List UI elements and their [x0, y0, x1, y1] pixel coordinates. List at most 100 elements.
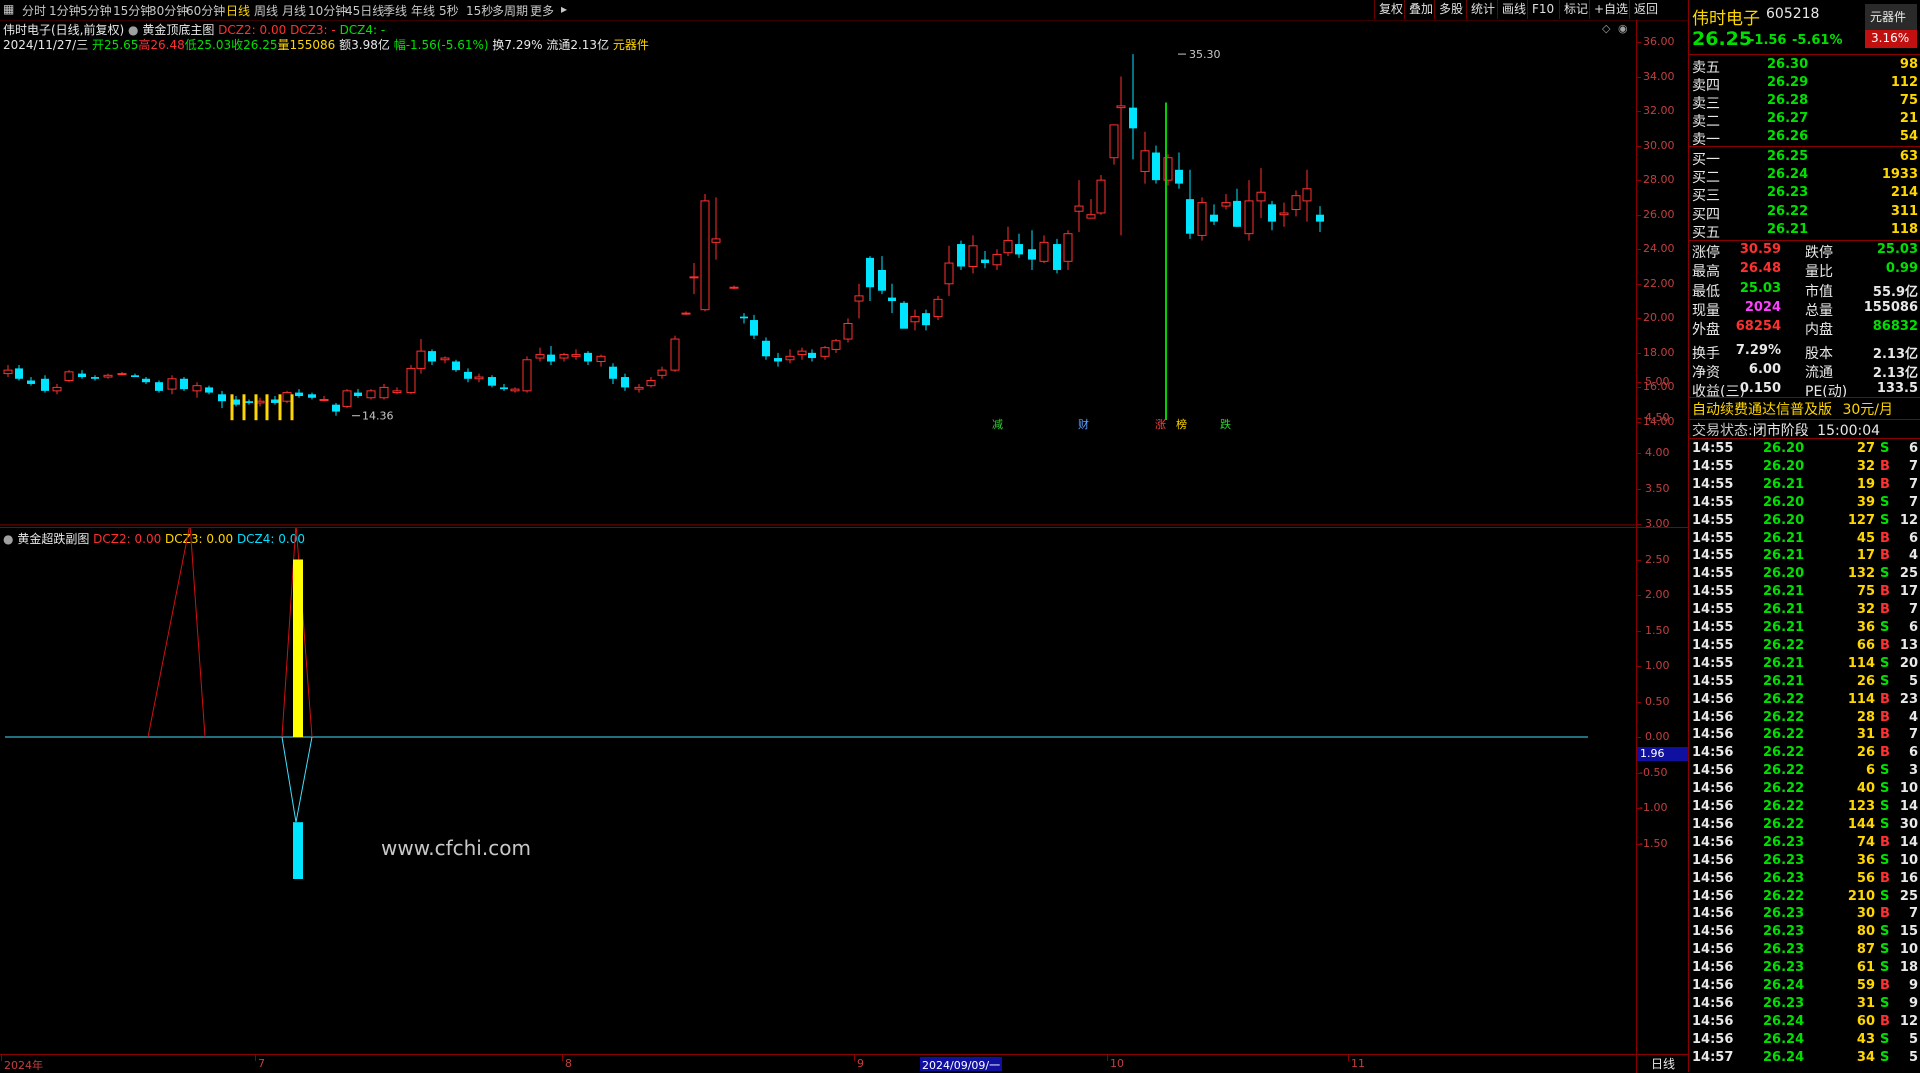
tick-row[interactable]: 14:56 26.23 61 S 18 [1689, 959, 1920, 977]
toolbar-button-3[interactable]: 统计 [1466, 0, 1499, 19]
tick-row[interactable]: 14:56 26.23 80 S 15 [1689, 923, 1920, 941]
period-8[interactable]: 月线 [282, 2, 306, 19]
tick-volume: 26 [1856, 745, 1875, 761]
ask-row[interactable]: 卖一 26.26 54 [1689, 128, 1920, 148]
period-13[interactable]: 5秒 [439, 2, 459, 19]
tick-row[interactable]: 14:55 26.21 32 B 7 [1689, 601, 1920, 619]
bid-row[interactable]: 买一 26.25 63 [1689, 148, 1920, 168]
tick-row[interactable]: 14:56 26.24 60 B 12 [1689, 1013, 1920, 1031]
period-15[interactable]: 多周期 [492, 2, 528, 19]
promo-banner[interactable]: 自动续费通达信普及版 30元/月 [1692, 399, 1893, 419]
period-16[interactable]: 更多 [530, 2, 554, 19]
period-3[interactable]: 15分钟 [113, 2, 152, 19]
main-chart-canvas[interactable]: 35.30 14.36 减 财 涨榜 跌 [0, 20, 1636, 526]
period-0[interactable]: 分时 [22, 2, 46, 19]
candle-up [571, 354, 581, 357]
ask-row[interactable]: 卖三 26.28 75 [1689, 92, 1920, 112]
tick-row[interactable]: 14:55 26.20 127 S 12 [1689, 512, 1920, 530]
period-10[interactable]: 45日线 [345, 2, 384, 19]
tick-row[interactable]: 14:55 26.21 75 B 17 [1689, 583, 1920, 601]
stat-value: 6.00 [1748, 361, 1781, 377]
period-6[interactable]: 日线 [226, 2, 250, 19]
ask-row[interactable]: 卖二 26.27 21 [1689, 110, 1920, 130]
tick-row[interactable]: 14:55 26.21 19 B 7 [1689, 476, 1920, 494]
tick-row[interactable]: 14:56 26.22 28 B 4 [1689, 709, 1920, 727]
tick-side: S [1880, 512, 1890, 528]
more-arrow-icon[interactable]: ▸ [561, 2, 567, 16]
tick-row[interactable]: 14:55 26.20 132 S 25 [1689, 565, 1920, 583]
tick-row[interactable]: 14:56 26.23 31 S 9 [1689, 995, 1920, 1013]
axis-mode-label[interactable]: 日线 [1636, 1055, 1689, 1073]
tick-row[interactable]: 14:56 26.22 40 S 10 [1689, 780, 1920, 798]
tick-row[interactable]: 14:56 26.22 123 S 14 [1689, 798, 1920, 816]
bid-row[interactable]: 买四 26.22 311 [1689, 203, 1920, 223]
tick-row[interactable]: 14:55 26.21 114 S 20 [1689, 655, 1920, 673]
tick-row[interactable]: 14:56 26.23 74 B 14 [1689, 834, 1920, 852]
tick-volume: 210 [1847, 888, 1875, 904]
stat-row: 净资 6.00 流通 2.13亿 [1689, 361, 1920, 381]
period-2[interactable]: 5分钟 [80, 2, 112, 19]
tick-row[interactable]: 14:55 26.20 39 S 7 [1689, 494, 1920, 512]
period-4[interactable]: 30分钟 [149, 2, 188, 19]
period-1[interactable]: 1分钟 [49, 2, 81, 19]
tick-row[interactable]: 14:56 26.24 59 B 9 [1689, 977, 1920, 995]
sub-indicator-chart[interactable]: ● 黄金超跌副图 DCZ2: 0.00 DCZ3: 0.00 DCZ4: 0.0… [0, 528, 1636, 1054]
tick-row[interactable]: 14:55 26.20 27 S 6 [1689, 440, 1920, 458]
tick-row[interactable]: 14:56 26.22 144 S 30 [1689, 816, 1920, 834]
toolbar-button-1[interactable]: 叠加 [1404, 0, 1437, 19]
bid-row[interactable]: 买二 26.24 1933 [1689, 166, 1920, 186]
tick-row[interactable]: 14:55 26.22 66 B 13 [1689, 637, 1920, 655]
tick-volume: 80 [1856, 924, 1875, 940]
tick-row[interactable]: 14:55 26.21 17 B 4 [1689, 547, 1920, 565]
tick-count: 12 [1899, 512, 1918, 528]
toolbar-button-4[interactable]: 画线 [1497, 0, 1530, 19]
bid-row[interactable]: 买五 26.21 118 [1689, 221, 1920, 241]
tick-row[interactable]: 14:56 26.23 56 B 16 [1689, 870, 1920, 888]
tick-row[interactable]: 14:56 26.22 210 S 25 [1689, 888, 1920, 906]
tick-row[interactable]: 14:56 26.22 114 B 23 [1689, 691, 1920, 709]
tick-row[interactable]: 14:55 26.21 26 S 5 [1689, 673, 1920, 691]
tick-side: B [1880, 602, 1890, 618]
bid-label: 买五 [1692, 224, 1720, 241]
ask-row[interactable]: 卖五 26.30 98 [1689, 56, 1920, 76]
period-7[interactable]: 周线 [254, 2, 278, 19]
period-11[interactable]: 季线 [383, 2, 407, 19]
tick-time: 14:57 [1692, 1049, 1734, 1065]
tick-count: 10 [1899, 942, 1918, 958]
sub-chart-canvas[interactable] [0, 528, 1636, 1054]
tick-row[interactable]: 14:56 26.22 26 B 6 [1689, 744, 1920, 762]
promo-text[interactable]: 自动续费通达信普及版 [1692, 402, 1832, 418]
tick-row[interactable]: 14:55 26.21 45 B 6 [1689, 530, 1920, 548]
toolbar-button-5[interactable]: F10 [1527, 0, 1558, 19]
promo-price[interactable]: 30元/月 [1842, 402, 1893, 418]
period-12[interactable]: 年线 [411, 2, 435, 19]
stock-name[interactable]: 伟时电子 [1692, 4, 1760, 29]
sub-y-tick-mark [1637, 701, 1641, 703]
period-14[interactable]: 15秒 [466, 2, 493, 19]
toolbar-button-0[interactable]: 复权 [1374, 0, 1407, 19]
toolbar-button-8[interactable]: 返回 [1629, 0, 1662, 19]
period-9[interactable]: 10分钟 [308, 2, 347, 19]
period-5[interactable]: 60分钟 [186, 2, 225, 19]
toolbar-button-6[interactable]: 标记 [1559, 0, 1592, 19]
tick-row[interactable]: 14:56 26.22 6 S 3 [1689, 762, 1920, 780]
bid-row[interactable]: 买三 26.23 214 [1689, 184, 1920, 204]
tick-row[interactable]: 14:56 26.24 43 S 5 [1689, 1031, 1920, 1049]
toolbar-button-2[interactable]: 多股 [1434, 0, 1467, 19]
ask-row[interactable]: 卖四 26.29 112 [1689, 74, 1920, 94]
calendar-icon[interactable]: ▦ [3, 2, 14, 16]
tick-row[interactable]: 14:56 26.23 30 B 7 [1689, 905, 1920, 923]
tick-price: 26.20 [1763, 512, 1805, 528]
main-candlestick-chart[interactable]: 伟时电子(日线,前复权) ● 黄金顶底主图 DCZ2: 0.00 DCZ3: -… [0, 20, 1636, 526]
candle-down [1316, 214, 1324, 222]
toolbar-button-7[interactable]: +自选 [1589, 0, 1632, 19]
tick-row[interactable]: 14:57 26.24 34 S 5 [1689, 1049, 1920, 1067]
tick-count: 10 [1899, 781, 1918, 797]
tick-row[interactable]: 14:56 26.23 36 S 10 [1689, 852, 1920, 870]
stat-value: 2.13亿 [1872, 365, 1918, 381]
tick-row[interactable]: 14:56 26.23 87 S 10 [1689, 941, 1920, 959]
sub-y-tick-mark [1637, 595, 1641, 596]
tick-row[interactable]: 14:55 26.21 36 S 6 [1689, 619, 1920, 637]
tick-row[interactable]: 14:56 26.22 31 B 7 [1689, 726, 1920, 744]
tick-row[interactable]: 14:55 26.20 32 B 7 [1689, 458, 1920, 476]
